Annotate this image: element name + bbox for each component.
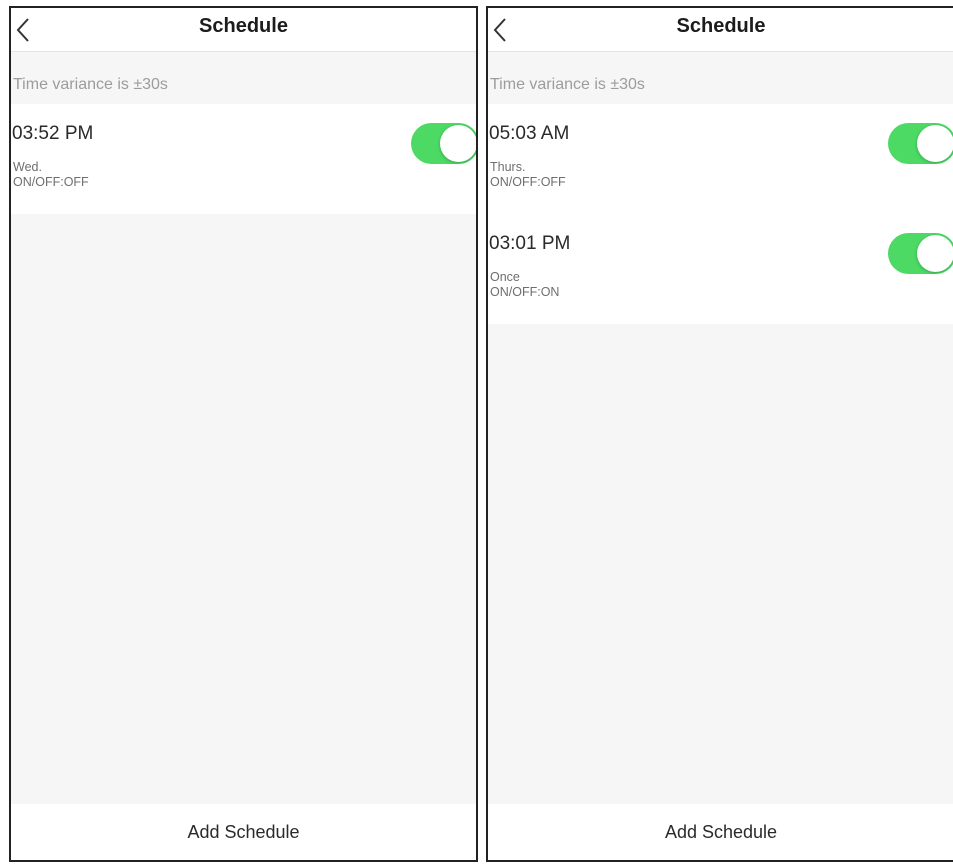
schedule-repeat: Thurs. <box>490 160 526 174</box>
schedule-time: 05:03 AM <box>489 123 570 144</box>
schedule-list: 03:52 PM Wed. ON/OFF:OFF <box>11 104 476 214</box>
add-schedule-button[interactable]: Add Schedule <box>488 804 953 860</box>
schedule-repeat: Wed. <box>13 160 42 174</box>
schedule-toggle[interactable] <box>411 123 476 164</box>
schedule-item[interactable]: 03:52 PM Wed. ON/OFF:OFF <box>11 104 476 214</box>
schedule-item[interactable]: 03:01 PM Once ON/OFF:ON <box>488 214 953 324</box>
schedule-toggle[interactable] <box>888 123 953 164</box>
time-variance-note: Time variance is ±30s <box>13 76 168 93</box>
page-title: Schedule <box>199 15 288 37</box>
schedule-action: ON/OFF:OFF <box>13 175 89 189</box>
schedule-screen-2: Schedule Time variance is ±30s 05:03 AM … <box>486 6 953 862</box>
add-schedule-button[interactable]: Add Schedule <box>11 804 476 860</box>
schedule-screen-1: Schedule Time variance is ±30s 03:52 PM … <box>9 6 478 862</box>
schedule-item[interactable]: 05:03 AM Thurs. ON/OFF:OFF <box>488 104 953 214</box>
schedule-repeat: Once <box>490 270 520 284</box>
page-title: Schedule <box>676 15 766 37</box>
toggle-knob <box>917 125 953 162</box>
time-variance-note: Time variance is ±30s <box>490 76 645 93</box>
schedule-action: ON/OFF:ON <box>490 285 560 299</box>
nav-bar: Schedule <box>11 8 476 52</box>
nav-bar: Schedule <box>488 8 953 52</box>
toggle-knob <box>917 235 953 272</box>
schedule-action: ON/OFF:OFF <box>490 175 566 189</box>
schedule-time: 03:01 PM <box>489 233 571 254</box>
schedule-toggle[interactable] <box>888 233 953 274</box>
schedule-time: 03:52 PM <box>12 123 94 144</box>
schedule-list: 05:03 AM Thurs. ON/OFF:OFF 03:01 PM Once… <box>488 104 953 324</box>
toggle-knob <box>440 125 476 162</box>
